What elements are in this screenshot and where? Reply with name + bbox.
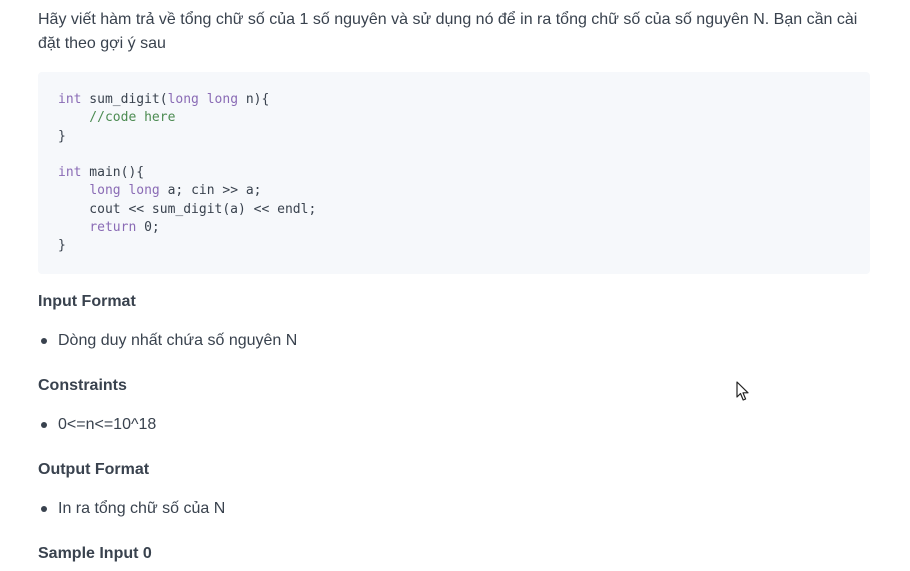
list-item-text: 0<=n<=10^18 — [58, 416, 157, 433]
code-line: } — [58, 238, 66, 254]
input-format-list: Dòng duy nhất chứa số nguyên N — [38, 330, 297, 352]
bullet-icon — [41, 338, 47, 344]
bullet-icon — [41, 506, 47, 512]
list-item-text: Dòng duy nhất chứa số nguyên N — [58, 332, 298, 349]
constraints-heading: Constraints — [38, 377, 127, 394]
list-item: 0<=n<=10^18 — [38, 414, 156, 436]
problem-description: Hãy viết hàm trả về tổng chữ số của 1 số… — [38, 11, 858, 52]
code-line: int main(){ — [58, 165, 145, 181]
mouse-pointer-icon — [736, 381, 749, 401]
code-line: return 0; — [89, 220, 160, 236]
list-item: In ra tổng chữ số của N — [38, 498, 225, 520]
list-item: Dòng duy nhất chứa số nguyên N — [38, 330, 297, 352]
code-line: cout << sum_digit(a) << endl; — [58, 201, 317, 217]
constraints-list: 0<=n<=10^18 — [38, 414, 156, 436]
bullet-icon — [41, 422, 47, 428]
code-snippet: int sum_digit(long long n){ //code here … — [38, 72, 870, 274]
code-line: long long a; cin >> a; — [89, 183, 262, 199]
output-format-heading: Output Format — [38, 461, 150, 478]
sample-input-heading: Sample Input 0 — [38, 545, 152, 562]
input-format-heading: Input Format — [38, 293, 136, 310]
output-format-list: In ra tổng chữ số của N — [38, 498, 225, 520]
code-line: int sum_digit(long long n){ — [58, 92, 270, 107]
code-line: //code here — [58, 110, 176, 126]
code-line: } — [58, 128, 66, 144]
list-item-text: In ra tổng chữ số của N — [58, 500, 226, 517]
problem-statement: Hãy viết hàm trả về tổng chữ số của 1 số… — [38, 8, 873, 562]
